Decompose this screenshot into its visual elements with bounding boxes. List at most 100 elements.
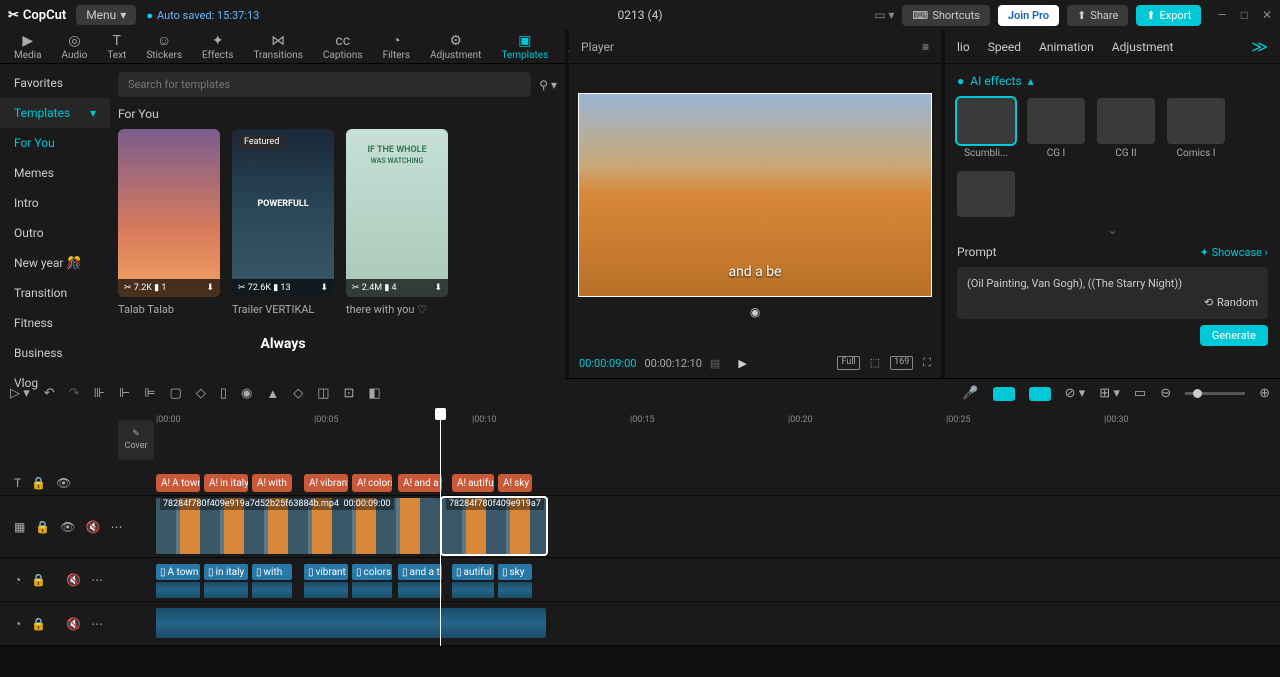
caption-clip[interactable]: A! autiful — [452, 474, 494, 492]
minimize-icon[interactable]: — — [1217, 8, 1226, 22]
video-clip-selected[interactable]: 78284f780f409e919a7 — [442, 498, 546, 554]
crop-icon[interactable]: ◫ — [317, 386, 329, 401]
caption-clip[interactable]: A! A town — [156, 474, 200, 492]
music-clip[interactable] — [156, 608, 546, 638]
full-button[interactable]: Full — [837, 356, 859, 370]
lock-icon[interactable]: 🔒 — [35, 520, 50, 534]
audio-clip[interactable]: ▯ autiful — [452, 564, 494, 580]
filter-icon[interactable]: ⚲ ▾ — [539, 78, 557, 92]
eye-icon[interactable]: 👁 — [56, 476, 71, 490]
fx-cg2[interactable]: CG II — [1097, 98, 1155, 159]
snapshot-icon[interactable]: ◉ — [750, 305, 760, 319]
t5-icon[interactable]: ⊞ ▾ — [1099, 386, 1120, 401]
tab-transitions[interactable]: ⋈Transitions — [245, 31, 310, 63]
caption-clip[interactable]: A! vibrant — [304, 474, 348, 492]
sidebar-favorites[interactable]: Favorites — [0, 68, 110, 98]
split2-icon[interactable]: ⊩ — [119, 386, 130, 401]
audio-clip[interactable]: ▯ A town — [156, 564, 200, 580]
caption-clip[interactable]: A! in italy — [204, 474, 248, 492]
sidebar-templates[interactable]: Templates▾ — [0, 98, 110, 128]
tab-lio[interactable]: lio — [957, 40, 970, 54]
video-clip[interactable]: 78284f780f409e919a7d52b25f63884b.mp4 00:… — [156, 498, 440, 554]
tab-captions[interactable]: ccCaptions — [315, 31, 371, 63]
audio-clip[interactable]: ▯ vibrant — [304, 564, 348, 580]
more-icon[interactable]: ⋯ — [91, 573, 103, 587]
caption-clip[interactable]: A! sky — [498, 474, 532, 492]
sidebar-business[interactable]: Business — [0, 338, 110, 368]
list-icon[interactable]: ▤ — [710, 357, 720, 370]
fx-cg1[interactable]: CG I — [1027, 98, 1085, 159]
tab-filters[interactable]: ◔Filters — [375, 30, 419, 63]
sidebar-memes[interactable]: Memes — [0, 158, 110, 188]
eye-icon[interactable]: 👁 — [60, 520, 75, 534]
mute-icon[interactable]: 🔇 — [66, 573, 81, 587]
toggle2[interactable] — [1029, 387, 1051, 401]
more-icon[interactable]: ⋯ — [91, 617, 103, 631]
cover-button[interactable]: ✎Cover — [118, 420, 154, 460]
mirror-icon[interactable]: ▲ — [266, 386, 279, 402]
template-thumb[interactable] — [118, 324, 220, 364]
caption-clip[interactable]: A! colors — [352, 474, 392, 492]
caption-clip[interactable]: A! and a t — [398, 474, 442, 492]
lock-icon[interactable]: 🔒 — [31, 573, 46, 587]
more-icon[interactable]: ≫ — [1251, 37, 1268, 56]
split-icon[interactable]: ⊪ — [94, 386, 105, 401]
sidebar-intro[interactable]: Intro — [0, 188, 110, 218]
toggle1[interactable] — [993, 387, 1015, 401]
template-card[interactable]: IF THE WHOLE WAS WATCHING ✂ 2.4M ▮ 4⬇ th… — [346, 129, 448, 316]
expand-icon[interactable]: ⌄ — [957, 223, 1268, 237]
tab-templates[interactable]: ▣Templates — [493, 31, 556, 63]
crop-icon[interactable]: ⬚ — [870, 356, 880, 370]
tab-stickers[interactable]: ☺Stickers — [138, 30, 190, 63]
lock-icon[interactable]: 🔒 — [31, 617, 46, 631]
marker-icon[interactable]: ◇ — [196, 386, 206, 401]
tool4-icon[interactable]: ◧ — [368, 386, 380, 401]
ai-effects-header[interactable]: ● AI effects ▴ — [957, 74, 1268, 88]
time-ruler[interactable]: |00:00 |00:05 |00:10 |00:15 |00:20 |00:2… — [0, 410, 1280, 430]
random-button[interactable]: ⟲ Random — [1204, 296, 1258, 309]
zoomout-icon[interactable]: ⊖ — [1160, 386, 1171, 401]
caption-clip[interactable]: A! with — [252, 474, 292, 492]
t6-icon[interactable]: ▭ — [1134, 386, 1146, 401]
ratio-button[interactable]: 169 — [890, 356, 913, 370]
tab-speed[interactable]: Speed — [988, 40, 1021, 54]
maximize-icon[interactable]: □ — [1241, 8, 1248, 22]
layout-icon[interactable]: ▭ ▾ — [874, 8, 894, 22]
tool3-icon[interactable]: ⊡ — [344, 386, 355, 401]
showcase-button[interactable]: ✦ Showcase › — [1200, 246, 1268, 259]
video-preview[interactable]: and a be — [578, 93, 932, 297]
fx-comics[interactable]: Comics I — [1167, 98, 1225, 159]
tool1-icon[interactable]: ▯ — [220, 386, 227, 401]
prompt-input[interactable]: (Oil Painting, Van Gogh), ((The Starry N… — [957, 267, 1268, 319]
sidebar-transition[interactable]: Transition — [0, 278, 110, 308]
tab-media[interactable]: ▶Media — [6, 31, 50, 63]
mic-icon[interactable]: 🎤 — [962, 386, 978, 401]
tab-effects[interactable]: ✦Effects — [194, 31, 241, 63]
split3-icon[interactable]: ⊫ — [144, 386, 155, 401]
undo-icon[interactable]: ↶ — [44, 386, 55, 401]
sidebar-outro[interactable]: Outro — [0, 218, 110, 248]
template-thumb[interactable]: Always — [232, 324, 334, 364]
generate-button[interactable]: Generate — [1200, 325, 1268, 346]
template-card[interactable]: Featured POWERFULL ✂ 72.6K ▮ 13⬇ Trailer… — [232, 129, 334, 316]
menu-button[interactable]: Menu ▾ — [76, 5, 136, 25]
playhead[interactable] — [440, 410, 441, 646]
join-pro-button[interactable]: Join Pro — [998, 5, 1059, 26]
delete-icon[interactable]: ▢ — [170, 386, 182, 401]
audio-clip[interactable]: ▯ and a t — [398, 564, 442, 580]
menu-icon[interactable]: ≡ — [922, 40, 929, 54]
tab-adjustment[interactable]: ⚙Adjustment — [422, 31, 489, 63]
audio-clip[interactable]: ▯ colors — [352, 564, 392, 580]
link-icon[interactable]: ⊘ ▾ — [1065, 386, 1086, 401]
close-icon[interactable]: ✕ — [1262, 8, 1272, 22]
sidebar-newyear[interactable]: New year 🎊 — [0, 248, 110, 278]
search-input[interactable] — [118, 72, 531, 97]
tab-audio[interactable]: ◎Audio — [54, 31, 96, 63]
mute-icon[interactable]: 🔇 — [66, 617, 81, 631]
tab-text[interactable]: TText — [99, 31, 134, 63]
audio-clip[interactable]: ▯ with — [252, 564, 292, 580]
fx-extra[interactable] — [957, 171, 1015, 217]
audio-clip[interactable]: ▯ in italy — [204, 564, 248, 580]
tab-animation[interactable]: Animation — [1039, 40, 1094, 54]
tab-adjustment[interactable]: Adjustment — [1112, 40, 1174, 54]
